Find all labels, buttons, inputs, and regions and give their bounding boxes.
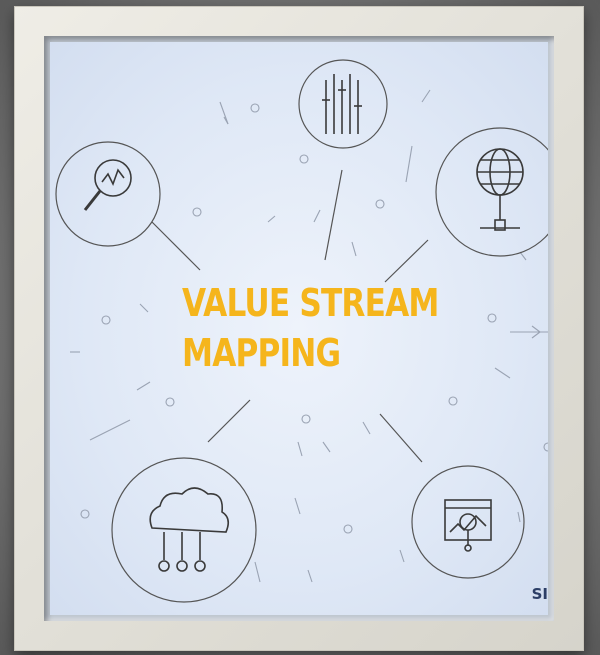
globe-network-icon <box>435 127 548 257</box>
magnifier-chart-icon <box>55 141 161 247</box>
title-line-2: MAPPING <box>182 331 341 375</box>
main-title: VALUE STREAM MAPPING <box>182 278 439 378</box>
title-line-1: VALUE STREAM <box>182 281 439 325</box>
equalizer-icon <box>298 59 388 149</box>
brand-logo: SI <box>531 585 548 603</box>
artwork-canvas: VALUE STREAM MAPPING SI <box>50 42 548 615</box>
cloud-network-icon <box>111 457 257 603</box>
connector-line <box>379 413 423 463</box>
connector-line <box>151 221 201 271</box>
connector-line <box>207 399 251 443</box>
browser-analytics-icon <box>411 465 525 579</box>
connector-line <box>324 169 343 261</box>
picture-frame: VALUE STREAM MAPPING SI <box>14 6 584 651</box>
connector-line <box>384 239 429 283</box>
